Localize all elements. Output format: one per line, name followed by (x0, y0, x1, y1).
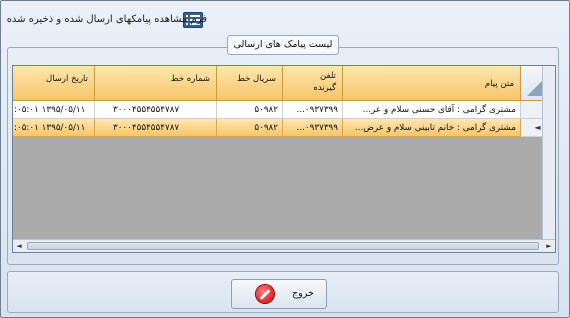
cell-date: ۱۳۹۵/۰۵/۱۱ ۰۵:۰۱: (13, 119, 95, 137)
cell-date: ۱۳۹۵/۰۵/۱۱ ۰۵:۰۱: (13, 101, 95, 119)
sms-grid[interactable]: تاریخ ارسال شماره خط سریال خط تلفن گیرند… (12, 65, 556, 253)
stop-icon (256, 285, 274, 303)
title-bar: فرم مشاهده پیامکهای ارسال شده و ذخیره شد… (1, 1, 569, 37)
cell-message: مشتری گرامی : خانم تابینی سلام و عرض... (343, 119, 521, 137)
table-row-selected[interactable]: ۱۳۹۵/۰۵/۱۱ ۰۵:۰۱: ۳۰۰۰۴۵۵۴۵۵۴۷۸۷ ۵۰۹۸۲ ۰… (13, 119, 555, 137)
table-row[interactable]: ۱۳۹۵/۰۵/۱۱ ۰۵:۰۱: ۳۰۰۰۴۵۵۴۵۵۴۷۸۷ ۵۰۹۸۲ ۰… (13, 101, 555, 119)
scroll-right-icon[interactable]: ► (543, 240, 555, 252)
column-header-message[interactable]: متن پیام (343, 66, 521, 101)
column-header-recipient[interactable]: تلفن گیرنده (283, 66, 343, 101)
column-header-line-number[interactable]: شماره خط (95, 66, 217, 101)
horizontal-scrollbar[interactable]: ◄ ► (13, 239, 555, 252)
exit-button-label: خروج (292, 288, 314, 299)
cell-recipient: ۰۹۳۷۳۹۹... (283, 119, 343, 137)
vertical-scrollbar[interactable] (542, 66, 555, 239)
cell-line-serial: ۵۰۹۸۲ (217, 101, 283, 119)
cell-message: مشتری گرامی : آقای حسنی سلام و عر... (343, 101, 521, 119)
cell-line-number: ۳۰۰۰۴۵۵۴۵۵۴۷۸۷ (95, 119, 217, 137)
scroll-left-icon[interactable]: ◄ (13, 240, 25, 252)
scroll-thumb[interactable] (27, 242, 539, 250)
cell-line-serial: ۵۰۹۸۲ (217, 119, 283, 137)
cell-line-number: ۳۰۰۰۴۵۵۴۵۵۴۷۸۷ (95, 101, 217, 119)
sent-sms-group-label: لیست پیامک های ارسالی (227, 35, 339, 55)
cell-recipient: ۰۹۳۷۳۹۹... (283, 101, 343, 119)
column-header-date[interactable]: تاریخ ارسال (13, 66, 95, 101)
column-header-line-serial[interactable]: سریال خط (217, 66, 283, 101)
exit-button[interactable]: خروج (231, 279, 327, 309)
sms-viewer-window: فرم مشاهده پیامکهای ارسال شده و ذخیره شد… (0, 0, 570, 318)
window-title: فرم مشاهده پیامکهای ارسال شده و ذخیره شد… (6, 14, 207, 25)
